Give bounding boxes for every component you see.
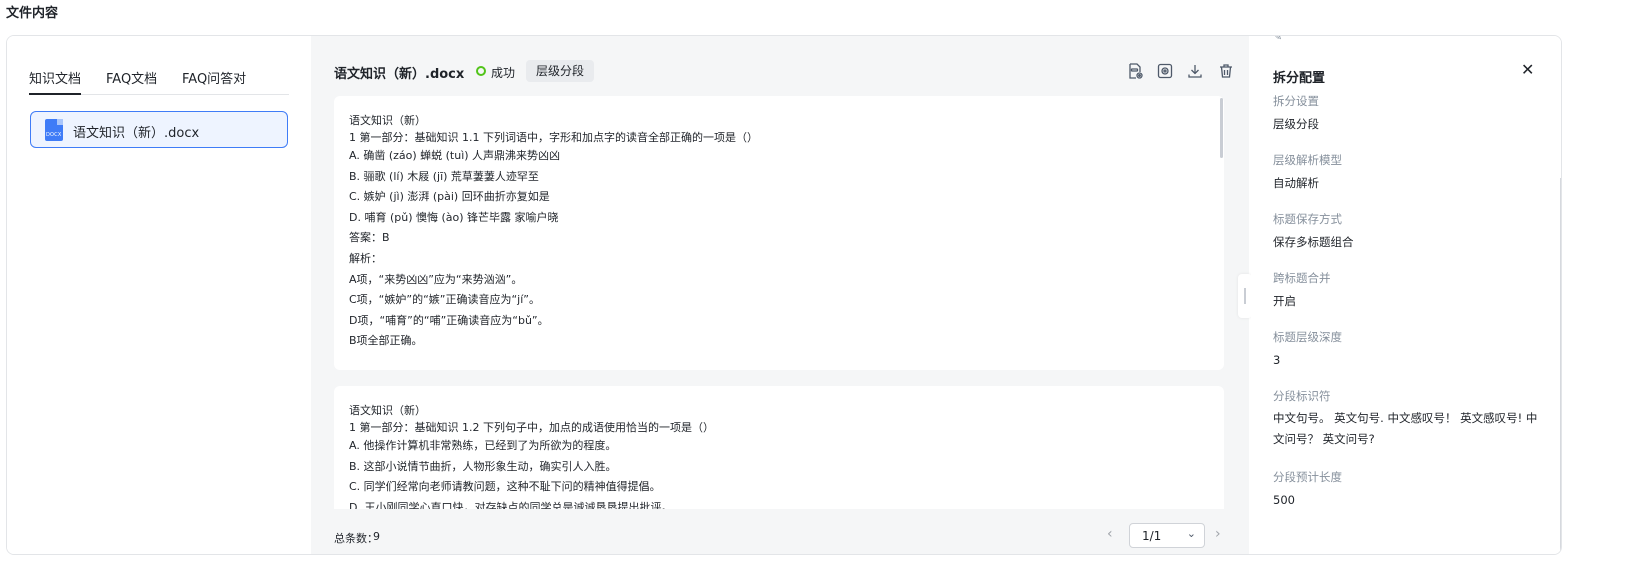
page-select[interactable]: 1/1 ⌄ (1129, 523, 1205, 548)
chunk-line: B项全部正确。 (349, 334, 423, 348)
config-label: 分段预计长度 (1273, 470, 1342, 484)
config-value: 自动解析 (1273, 176, 1319, 190)
file-sidebar: 知识文档 FAQ文档 FAQ问答对 DOCX 语文知识（新）.docx (7, 36, 311, 554)
tab-faq-docs[interactable]: FAQ文档 (106, 68, 157, 95)
chunk-line: 解析： (349, 251, 382, 265)
config-label: 标题层级深度 (1273, 330, 1342, 344)
docx-file-icon: DOCX (45, 119, 63, 141)
document-settings-icon[interactable] (1126, 62, 1144, 80)
config-label: 标题保存方式 (1273, 212, 1342, 226)
config-label: 层级解析模型 (1273, 153, 1342, 167)
chunk-line: C. 同学们经常向老师请教问题，这种不耻下问的精神值得提倡。 (349, 480, 661, 494)
chunk-line: D. 哺育 (pǔ) 懊悔 (ào) 锋芒毕露 家喻户晓 (349, 210, 559, 224)
chunk-card: 语文知识（新） 1 第一部分：基础知识 1.2 下列句子中，加点的成语使用恰当的… (334, 386, 1224, 509)
preview-scrollbar[interactable] (1220, 98, 1223, 158)
chunk-line: 语文知识（新） (349, 404, 426, 417)
doc-type-tabs: 知识文档 FAQ文档 FAQ问答对 (29, 68, 289, 95)
status-text: 成功 (491, 66, 516, 80)
delete-icon[interactable] (1217, 62, 1235, 80)
document-preview: 语文知识（新）.docx 成功 层级分段 语文知识（新） 1 第一部分：基础知识… (311, 36, 1249, 554)
document-title: 语文知识（新）.docx (334, 67, 465, 82)
edit-icon[interactable]: ✎ (1273, 36, 1282, 43)
chunk-line: C. 嫉妒 (jì) 澎湃 (pài) 回环曲折亦复如是 (349, 190, 550, 204)
chunk-line: D. 王小刚同学心直口快，对存缺点的同学总是诚诚恳恳提出批评。 (349, 500, 673, 509)
split-config-panel: ✎ 拆分配置 ✕ 拆分设置 层级分段 层级解析模型 自动解析 标题保存方式 保存… (1251, 36, 1561, 554)
config-value: 开启 (1273, 294, 1296, 308)
config-value: 3 (1273, 353, 1281, 367)
download-icon[interactable] (1186, 62, 1204, 80)
config-value: 层级分段 (1273, 117, 1319, 131)
chunk-line: C项，“嫉妒”的“嫉”正确读音应为“jí”。 (349, 293, 540, 307)
pane-resize-handle[interactable] (1238, 274, 1252, 318)
config-scrollbar[interactable] (1560, 178, 1561, 554)
chunk-line: B. 这部小说情节曲折，人物形象生动，确实引人入胜。 (349, 459, 617, 473)
config-label: 拆分设置 (1273, 94, 1319, 108)
config-value: 中文句号。 英文句号. 中文感叹号！ 英文感叹号! 中文问号？ 英文问号? (1273, 411, 1538, 446)
file-list-item[interactable]: DOCX 语文知识（新）.docx (30, 111, 288, 148)
chevron-down-icon: ⌄ (1186, 527, 1196, 540)
chunk-line: 1 第一部分：基础知识 1.1 下列词语中，字形和加点字的读音全部正确的一项是（… (349, 131, 758, 144)
config-value: 保存多标题组合 (1273, 235, 1354, 249)
chunk-line: A. 他操作计算机非常熟练，已经到了为所欲为的程度。 (349, 439, 617, 452)
split-mode-badge: 层级分段 (526, 60, 595, 82)
file-list-item-name: 语文知识（新）.docx (73, 126, 200, 141)
chunk-line: D项，“哺育”的“哺”正确读音应为“bǔ”。 (349, 313, 549, 327)
total-count-label: 总条数： (334, 532, 378, 545)
total-count-value: 9 (373, 530, 380, 543)
chunk-line: A项，“来势凶凶”应为“来势汹汹”。 (349, 272, 523, 286)
status-success-icon (476, 66, 486, 76)
chunk-list: 语文知识（新） 1 第一部分：基础知识 1.1 下列词语中，字形和加点字的读音全… (334, 96, 1224, 509)
config-label: 分段标识符 (1273, 389, 1331, 403)
panel-title: 拆分配置 (1273, 71, 1326, 86)
preview-icon[interactable] (1156, 62, 1174, 80)
chunk-line: A. 确凿 (záo) 蝉蜕 (tuì) 人声鼎沸来势凶凶 (349, 149, 561, 162)
chunk-line: 语文知识（新） (349, 114, 426, 127)
chevron-right-icon[interactable]: › (1215, 526, 1221, 542)
docx-icon-text: DOCX (46, 132, 62, 138)
chunk-line: B. 骊歌 (lí) 木屐 (jī) 荒草萋萋人迹罕至 (349, 169, 539, 183)
close-icon[interactable]: ✕ (1521, 60, 1534, 79)
content-card: 知识文档 FAQ文档 FAQ问答对 DOCX 语文知识（新）.docx 语文知识… (6, 35, 1562, 555)
chunk-line: 1 第一部分：基础知识 1.2 下列句子中，加点的成语使用恰当的一项是（） (349, 421, 714, 434)
config-value: 500 (1273, 493, 1295, 507)
tab-knowledge-docs[interactable]: 知识文档 (29, 68, 82, 95)
page-select-value: 1/1 (1142, 529, 1162, 543)
tab-faq-qa[interactable]: FAQ问答对 (182, 68, 246, 95)
chevron-left-icon[interactable]: ‹ (1107, 526, 1113, 542)
chunk-line: 答案：B (349, 231, 390, 245)
page-title: 文件内容 (6, 6, 59, 21)
config-label: 跨标题合并 (1273, 271, 1331, 285)
chunk-card: 语文知识（新） 1 第一部分：基础知识 1.1 下列词语中，字形和加点字的读音全… (334, 96, 1224, 370)
